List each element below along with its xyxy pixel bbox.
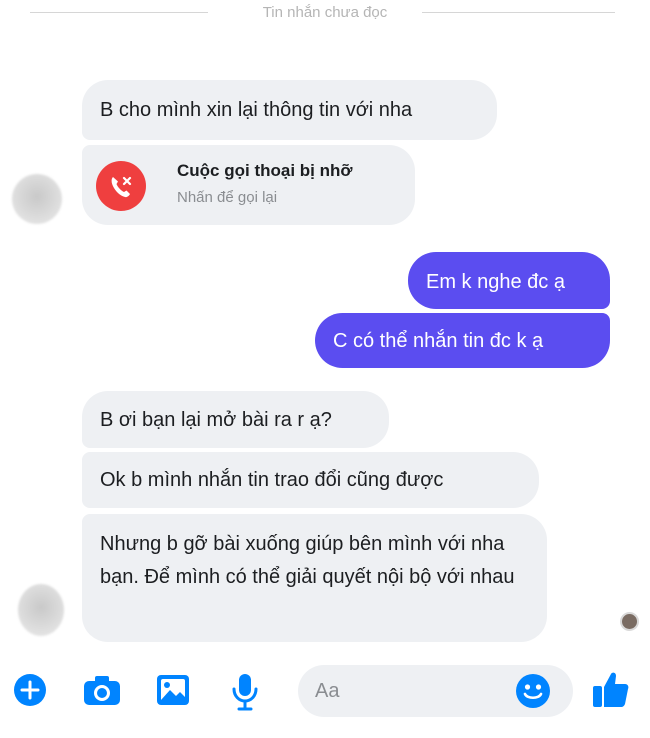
missed-call-card[interactable]: Cuộc gọi thoại bị nhỡ Nhấn để gọi lại	[82, 145, 415, 225]
camera-icon[interactable]	[82, 673, 122, 712]
plus-icon[interactable]	[13, 673, 47, 712]
message-input[interactable]	[298, 665, 498, 717]
thumbs-up-icon[interactable]	[592, 669, 630, 714]
image-icon[interactable]	[155, 673, 191, 712]
unread-divider: Tin nhắn chưa đọc	[0, 0, 650, 28]
microphone-icon[interactable]	[230, 673, 260, 716]
incoming-message[interactable]: Ok b mình nhắn tin trao đổi cũng được	[82, 452, 539, 508]
phone-missed-icon	[96, 161, 146, 211]
missed-call-title: Cuộc gọi thoại bị nhỡ	[177, 161, 353, 180]
message-composer	[0, 655, 650, 725]
missed-call-subtitle: Nhấn để gọi lại	[177, 189, 278, 206]
incoming-message[interactable]: Nhưng b gỡ bài xuống giúp bên mình với n…	[82, 514, 547, 642]
contact-avatar[interactable]	[12, 174, 62, 224]
incoming-message[interactable]: B ơi bạn lại mở bài ra r ạ?	[82, 391, 389, 448]
outgoing-message[interactable]: C có thể nhắn tin đc k ạ	[315, 313, 610, 368]
incoming-message[interactable]: B cho mình xin lại thông tin với nha	[82, 80, 497, 140]
contact-avatar[interactable]	[18, 584, 64, 636]
emoji-icon[interactable]	[515, 673, 551, 714]
divider-line-right	[422, 12, 615, 13]
seen-receipt-avatar	[620, 612, 639, 631]
outgoing-message[interactable]: Em k nghe đc ạ	[408, 252, 610, 309]
